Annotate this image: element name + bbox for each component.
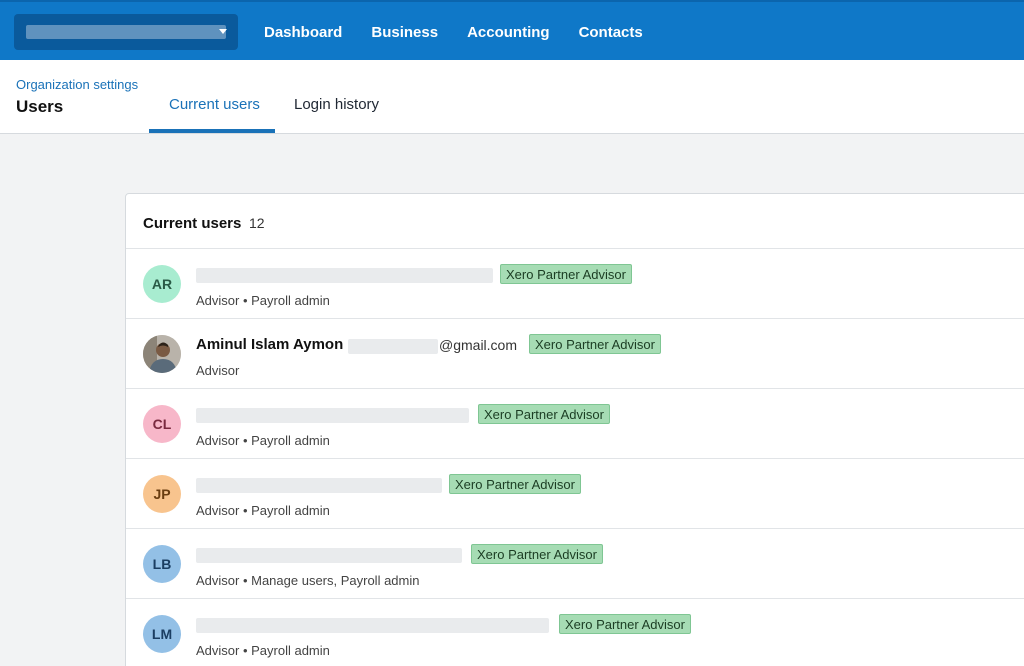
user-name-redacted — [196, 478, 442, 493]
xero-partner-advisor-badge: Xero Partner Advisor — [478, 404, 610, 424]
nav-contacts[interactable]: Contacts — [579, 24, 643, 41]
email-redacted — [348, 339, 438, 354]
user-row[interactable]: LM Xero Partner Advisor Advisor • Payrol… — [126, 599, 1024, 666]
avatar-initials: LB — [152, 556, 172, 572]
avatar: LM — [143, 615, 181, 653]
page-title: Users — [16, 97, 64, 116]
user-name-redacted — [196, 618, 549, 633]
top-nav: Dashboard Business Accounting Contacts — [0, 0, 1024, 60]
avatar-initials: AR — [151, 276, 173, 292]
active-tab-indicator — [149, 129, 275, 133]
user-row[interactable]: Aminul Islam Aymon @gmail.com Xero Partn… — [126, 319, 1024, 389]
person-photo-icon — [143, 335, 181, 373]
organization-name-redacted — [26, 25, 226, 39]
user-row[interactable]: CL Xero Partner Advisor Advisor • Payrol… — [126, 389, 1024, 459]
nav-dashboard[interactable]: Dashboard — [264, 24, 342, 41]
panel-header: Current users 12 — [126, 194, 1024, 249]
xero-partner-advisor-badge: Xero Partner Advisor — [559, 614, 691, 634]
user-roles: Advisor • Payroll admin — [196, 293, 330, 308]
page-header: Organization settings Users Current user… — [0, 60, 1024, 134]
current-users-panel: Current users 12 AR Xero Partner Advisor… — [125, 193, 1024, 666]
user-name: Aminul Islam Aymon — [196, 336, 344, 353]
panel-title: Current users — [143, 215, 242, 232]
user-row[interactable]: AR Xero Partner Advisor Advisor • Payrol… — [126, 249, 1024, 319]
avatar: CL — [143, 405, 181, 443]
user-row[interactable]: LB Xero Partner Advisor Advisor • Manage… — [126, 529, 1024, 599]
avatar: JP — [143, 475, 181, 513]
email-domain: @gmail.com — [439, 337, 518, 353]
user-name-redacted — [196, 268, 493, 283]
xero-partner-advisor-badge: Xero Partner Advisor — [449, 474, 581, 494]
xero-partner-advisor-badge: Xero Partner Advisor — [529, 334, 661, 354]
user-roles: Advisor • Payroll admin — [196, 643, 330, 658]
organization-switcher[interactable] — [14, 14, 238, 50]
nav-accounting[interactable]: Accounting — [467, 24, 550, 41]
avatar-initials: JP — [153, 486, 171, 502]
user-count: 12 — [249, 215, 265, 231]
user-roles: Advisor • Payroll admin — [196, 433, 330, 448]
user-roles: Advisor — [196, 363, 240, 378]
user-name-redacted — [196, 548, 462, 563]
nav-links: Dashboard Business Accounting Contacts — [264, 2, 672, 62]
tab-login-history[interactable]: Login history — [294, 96, 379, 113]
breadcrumb-organization-settings[interactable]: Organization settings — [16, 77, 138, 92]
avatar-initials: LM — [151, 626, 173, 642]
user-roles: Advisor • Manage users, Payroll admin — [196, 573, 420, 588]
xero-partner-advisor-badge: Xero Partner Advisor — [471, 544, 603, 564]
tab-current-users[interactable]: Current users — [169, 96, 260, 113]
user-roles: Advisor • Payroll admin — [196, 503, 330, 518]
avatar-photo — [143, 335, 181, 373]
caret-down-icon — [219, 29, 227, 34]
user-name-redacted — [196, 408, 469, 423]
xero-partner-advisor-badge: Xero Partner Advisor — [500, 264, 632, 284]
avatar-initials: CL — [152, 416, 172, 432]
nav-business[interactable]: Business — [371, 24, 438, 41]
user-row[interactable]: JP Xero Partner Advisor Advisor • Payrol… — [126, 459, 1024, 529]
avatar: AR — [143, 265, 181, 303]
avatar: LB — [143, 545, 181, 583]
